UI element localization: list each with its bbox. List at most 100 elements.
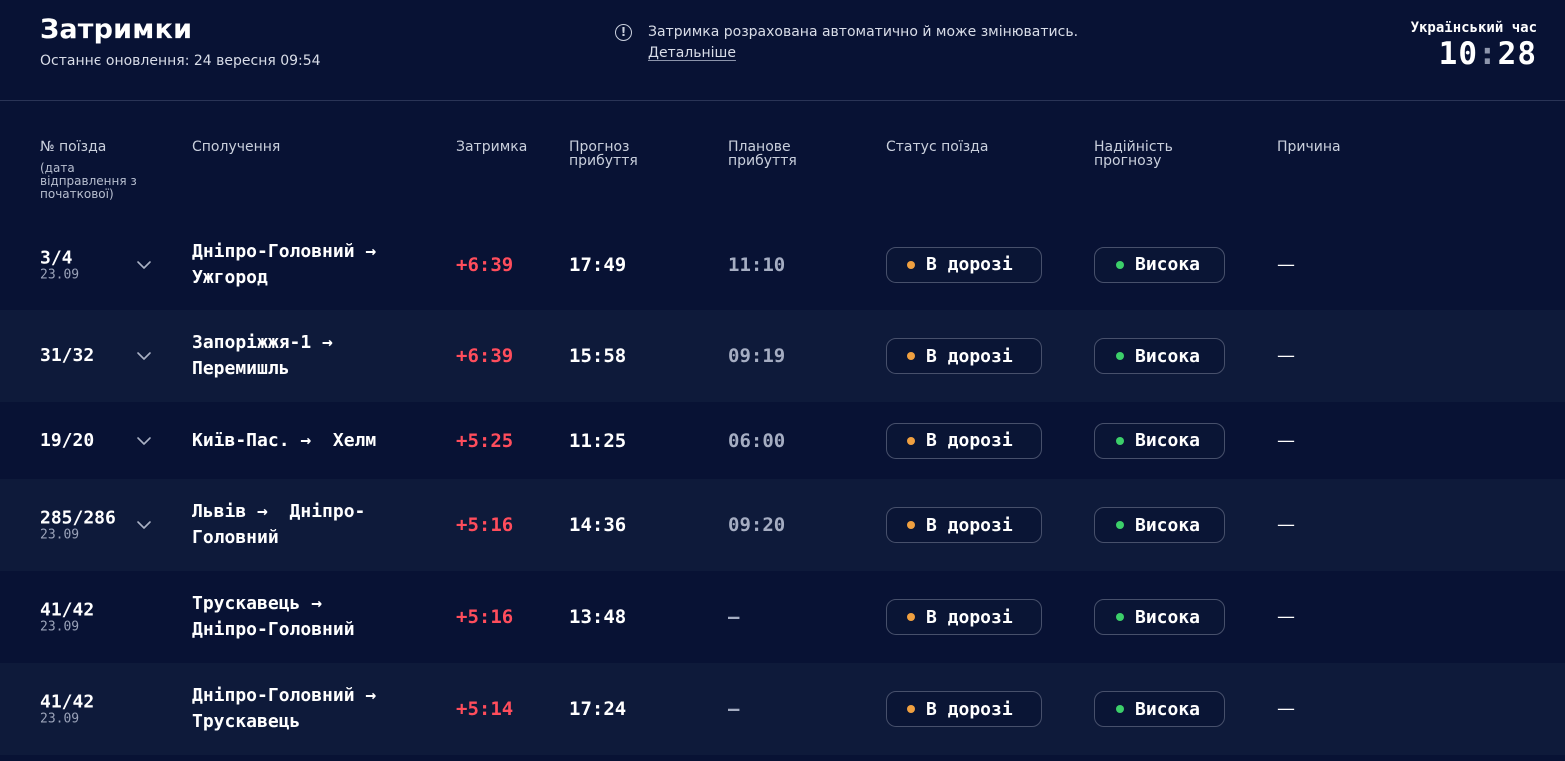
table-row[interactable]: 41/42 23.09 Дніпро-Головний → Трускавець … xyxy=(0,663,1565,755)
status-badge[interactable]: В дорозі xyxy=(886,507,1042,543)
planned-arrival: — xyxy=(728,606,740,628)
table-row[interactable]: 285/286 23.09 Львів → Дніпро- Головний +5… xyxy=(0,479,1565,571)
train-number-value: 3/4 xyxy=(40,247,73,268)
route: Львів → Дніпро- Головний xyxy=(192,499,365,551)
status-label: В дорозі xyxy=(926,514,1013,536)
planned-arrival: 06:00 xyxy=(728,429,786,452)
forecast-arrival: 15:58 xyxy=(569,345,627,367)
col-planned: Планове прибуття xyxy=(728,139,797,169)
col-train: № поїзда (дата відправлення з початкової… xyxy=(40,140,160,201)
delay-value: +5:16 xyxy=(456,514,514,536)
status-dot-icon xyxy=(907,705,915,713)
reliability-badge[interactable]: Висока xyxy=(1094,507,1225,543)
route-line-1: Київ-Пас. → Хелм xyxy=(192,429,377,451)
train-number: 3/4 23.09 xyxy=(40,247,80,282)
col-train-sub: (дата відправлення з початкової) xyxy=(40,161,137,201)
reliability-badge[interactable]: Висока xyxy=(1094,338,1225,374)
reliability-label: Висока xyxy=(1135,514,1201,536)
page-header: Затримки Останнє оновлення: 24 вересня 0… xyxy=(0,0,1565,101)
delay-notice: Затримка розрахована автоматично й може … xyxy=(648,24,1079,40)
planned-arrival: — xyxy=(728,698,740,720)
clock-minutes: 28 xyxy=(1497,36,1537,72)
delay-value: +5:16 xyxy=(456,606,514,628)
reliability-dot-icon xyxy=(1116,352,1124,360)
route: Київ-Пас. → Хелм xyxy=(192,428,376,454)
delay-reason: — xyxy=(1277,254,1295,275)
status-label: В дорозі xyxy=(926,606,1013,628)
delay-value: +5:14 xyxy=(456,698,514,720)
chevron-down-icon[interactable] xyxy=(136,433,152,449)
info-icon: ! xyxy=(615,24,632,41)
route: Дніпро-Головний → Трускавець xyxy=(192,683,376,735)
delay-value: +6:39 xyxy=(456,345,514,367)
departure-date: 23.09 xyxy=(40,527,80,543)
chevron-down-icon[interactable] xyxy=(136,257,152,273)
table-row[interactable]: 3/4 23.09 Дніпро-Головний → Ужгород +6:39… xyxy=(0,219,1565,310)
route-line-1: Львів → Дніпро- xyxy=(192,501,366,522)
train-number-value: 41/42 xyxy=(40,691,95,713)
table-row[interactable]: 41/42 23.09 Трускавець → Дніпро-Головний … xyxy=(0,571,1565,663)
train-number: 19/20 xyxy=(40,430,94,451)
train-number: 285/286 23.09 xyxy=(40,508,116,543)
status-label: В дорозі xyxy=(926,430,1013,451)
forecast-arrival: 17:24 xyxy=(569,698,627,720)
col-reliability: Надійність прогнозу xyxy=(1094,139,1173,169)
status-badge[interactable]: В дорозі xyxy=(886,599,1042,635)
details-link[interactable]: Детальніше xyxy=(648,45,736,61)
status-dot-icon xyxy=(907,260,915,269)
status-label: В дорозі xyxy=(926,254,1013,275)
departure-date: 23.09 xyxy=(40,619,80,635)
reliability-dot-icon xyxy=(1116,521,1124,529)
clock-hours: 10 xyxy=(1438,36,1478,72)
status-badge[interactable]: В дорозі xyxy=(886,338,1042,374)
status-dot-icon xyxy=(907,613,915,621)
train-number-value: 31/32 xyxy=(40,345,95,366)
status-badge[interactable]: В дорозі xyxy=(886,246,1042,283)
route: Запоріжжя-1 → Перемишль xyxy=(192,330,333,382)
status-label: В дорозі xyxy=(926,698,1013,720)
delay-reason: — xyxy=(1277,606,1295,628)
route-line-1: Дніпро-Головний → xyxy=(192,240,377,262)
col-delay: Затримка xyxy=(456,139,528,155)
train-number: 31/32 xyxy=(40,346,94,366)
reliability-label: Висока xyxy=(1135,254,1201,275)
planned-arrival: 09:20 xyxy=(728,514,786,536)
status-dot-icon xyxy=(907,436,915,445)
route-line-1: Трускавець → xyxy=(192,593,323,614)
route-line-2: Ужгород xyxy=(192,266,268,288)
train-number-value: 41/42 xyxy=(40,599,95,621)
reliability-badge[interactable]: Висока xyxy=(1094,691,1225,727)
forecast-arrival: 11:25 xyxy=(569,429,627,452)
col-route: Сполучення xyxy=(192,139,281,155)
route-line-2: Головний xyxy=(192,527,279,548)
col-status: Статус поїзда xyxy=(886,139,989,155)
chevron-down-icon[interactable] xyxy=(136,348,152,364)
delay-value: +6:39 xyxy=(456,253,514,276)
reliability-label: Висока xyxy=(1135,430,1201,451)
delay-reason: — xyxy=(1277,430,1295,451)
col-forecast: Прогноз прибуття xyxy=(569,139,638,169)
departure-date: 23.09 xyxy=(40,267,80,282)
reliability-dot-icon xyxy=(1116,613,1124,621)
clock-label: Український час xyxy=(1410,20,1537,36)
route-line-2: Дніпро-Головний xyxy=(192,619,355,640)
forecast-arrival: 14:36 xyxy=(569,514,627,536)
table-row[interactable]: 19/20 Київ-Пас. → Хелм +5:25 11:25 06:00… xyxy=(0,402,1565,479)
departure-date: 23.09 xyxy=(40,711,80,727)
col-reason: Причина xyxy=(1277,139,1341,155)
reliability-badge[interactable]: Висока xyxy=(1094,599,1225,635)
chevron-down-icon[interactable] xyxy=(136,517,152,533)
route: Дніпро-Головний → Ужгород xyxy=(192,239,376,291)
reliability-badge[interactable]: Висока xyxy=(1094,422,1225,459)
planned-arrival: 11:10 xyxy=(728,253,786,276)
table-row[interactable]: 31/32 Запоріжжя-1 → Перемишль +6:39 15:58… xyxy=(0,310,1565,402)
route-line-2: Трускавець xyxy=(192,711,301,732)
planned-arrival: 09:19 xyxy=(728,345,786,367)
status-badge[interactable]: В дорозі xyxy=(886,691,1042,727)
reliability-badge[interactable]: Висока xyxy=(1094,246,1225,283)
route-line-2: Перемишль xyxy=(192,358,290,379)
route-line-1: Запоріжжя-1 → xyxy=(192,332,333,353)
reliability-dot-icon xyxy=(1116,705,1124,713)
table-header: № поїзда (дата відправлення з початкової… xyxy=(0,101,1565,219)
status-badge[interactable]: В дорозі xyxy=(886,422,1042,459)
